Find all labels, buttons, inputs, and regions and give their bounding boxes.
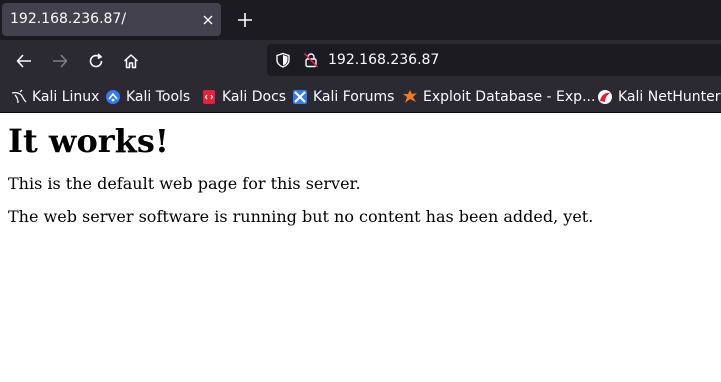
home-icon[interactable] [122,52,140,70]
insecure-lock-icon[interactable] [303,52,319,68]
bookmark-label: Kali Tools [126,89,191,105]
kali-forums-icon [293,90,307,104]
bookmark-kali-docs[interactable]: Kali Docs [201,87,286,107]
tracking-protection-shield-icon[interactable] [275,52,291,68]
bookmark-kali-linux[interactable]: Kali Linux [11,87,99,107]
reload-icon[interactable] [87,52,105,70]
bookmark-label: Kali Linux [32,89,100,105]
active-tab[interactable]: 192.168.236.87/ [2,3,221,36]
bookmark-kali-tools[interactable]: Kali Tools [105,87,190,107]
close-tab-icon[interactable] [200,12,216,28]
url-text[interactable]: 192.168.236.87 [328,52,439,68]
bookmark-label: Exploit Database - Exp... [423,89,596,105]
navigation-toolbar: 192.168.236.87 [0,40,721,82]
page-heading: It works! [8,122,169,160]
default-page-text: This is the default web page for this se… [8,174,361,193]
forward-icon[interactable] [51,52,69,70]
exploit-database-icon [403,90,417,103]
page-content: It works! This is the default web page f… [0,122,721,226]
kali-tools-icon [106,90,120,104]
browser-chrome: 192.168.236.87/ 192.168.236.87 Kali Linu… [0,0,721,113]
url-bar[interactable]: 192.168.236.87 [267,44,721,76]
server-status-text: The web server software is running but n… [8,207,594,226]
kali-docs-icon [203,90,215,104]
back-icon[interactable] [15,52,33,70]
bookmark-kali-nethunter[interactable]: Kali NetHunter [597,87,720,107]
bookmark-label: Kali Docs [222,89,287,105]
tab-bar: 192.168.236.87/ [0,0,721,40]
kali-nethunter-icon [598,90,612,104]
kali-dragon-icon [11,89,27,104]
bookmark-exploit-database[interactable]: Exploit Database - Exp... [402,87,595,107]
bookmark-kali-forums[interactable]: Kali Forums [292,87,394,107]
bookmarks-toolbar: Kali Linux Kali Tools Kali Docs Kali For… [0,82,721,113]
bookmark-label: Kali Forums [313,89,395,105]
tab-title: 192.168.236.87/ [10,11,127,27]
bookmark-label: Kali NetHunter [618,89,721,105]
new-tab-icon[interactable] [236,11,254,29]
